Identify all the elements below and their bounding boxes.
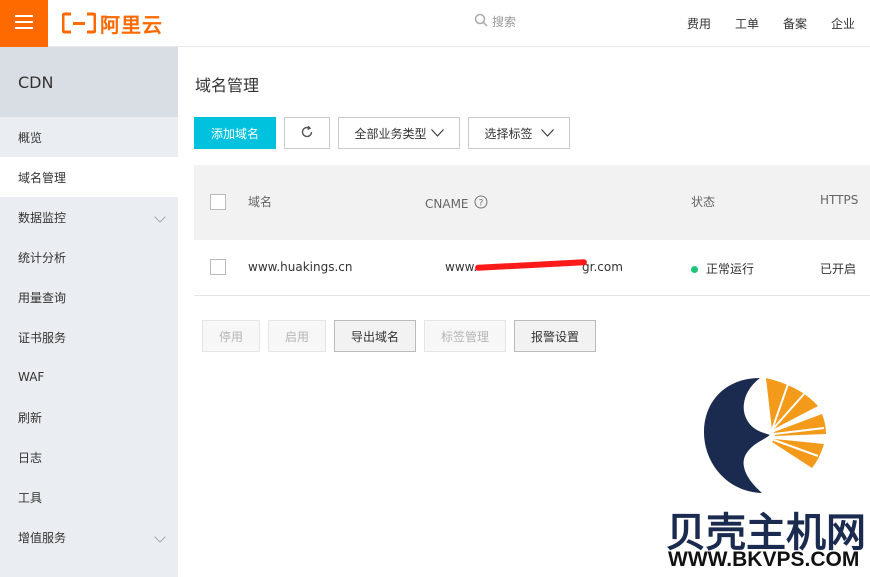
nav-enterprise[interactable]: 企业: [831, 15, 855, 32]
business-type-label: 全部业务类型: [354, 126, 427, 141]
sidebar-item-label: 工具: [18, 490, 43, 505]
sidebar-item-domain-management[interactable]: 域名管理: [0, 157, 178, 197]
row-cname-suffix: gr.com: [582, 260, 623, 274]
business-type-select[interactable]: 全部业务类型: [338, 117, 460, 149]
sidebar-item-label: 概览: [18, 130, 43, 145]
cname-header-label: CNAME: [425, 196, 469, 211]
logo-text: 阿里云: [100, 12, 163, 37]
chevron-down-icon: [154, 532, 166, 546]
select-tag-dropdown[interactable]: 选择标签: [468, 117, 570, 149]
column-header-cname: CNAME ?: [425, 195, 488, 212]
table-row: www.huakings.cn www. gr.com 正常运行 已开启: [194, 240, 870, 296]
sidebar-item-value-added[interactable]: 增值服务: [0, 517, 178, 557]
aliyun-logo[interactable]: 阿里云: [61, 9, 163, 37]
row-cname-prefix: www.: [445, 260, 478, 274]
sidebar-item-certificates[interactable]: 证书服务: [0, 317, 178, 357]
svg-text:?: ?: [478, 199, 483, 209]
top-bar: 阿里云 搜索 费用 工单 备案 企业: [0, 0, 870, 47]
select-all-checkbox[interactable]: [210, 194, 226, 210]
column-header-status: 状态: [691, 195, 716, 209]
start-button[interactable]: 启用: [268, 320, 326, 352]
row-checkbox[interactable]: [210, 259, 226, 275]
sidebar-item-usage[interactable]: 用量查询: [0, 277, 178, 317]
export-domains-button[interactable]: 导出域名: [334, 320, 416, 352]
chevron-down-icon: [430, 126, 444, 140]
page-title: 域名管理: [195, 76, 260, 95]
nav-icp[interactable]: 备案: [783, 15, 807, 32]
add-domain-button[interactable]: 添加域名: [194, 117, 276, 149]
row-status: 正常运行: [691, 260, 754, 277]
sidebar-item-overview[interactable]: 概览: [0, 117, 178, 157]
sidebar-title: CDN: [0, 47, 178, 117]
sidebar-item-data-monitoring[interactable]: 数据监控: [0, 197, 178, 237]
table-header: 域名 CNAME ? 状态 HTTPS: [194, 165, 870, 240]
row-https: 已开启: [820, 262, 857, 276]
sidebar-item-waf[interactable]: WAF: [0, 357, 178, 397]
sidebar: CDN 概览 域名管理 数据监控 统计分析 用量查询 证书服务 WAF 刷新 日…: [0, 47, 178, 577]
sidebar-item-statistics[interactable]: 统计分析: [0, 237, 178, 277]
nav-fees[interactable]: 费用: [687, 15, 711, 32]
column-header-domain: 域名: [248, 195, 273, 209]
menu-button[interactable]: [0, 0, 48, 47]
aliyun-mark-icon: [61, 12, 97, 34]
refresh-icon: [300, 125, 314, 142]
search-icon: [474, 13, 488, 30]
sidebar-item-label: 刷新: [18, 410, 43, 425]
chevron-down-icon: [540, 126, 554, 140]
sidebar-item-label: 数据监控: [18, 210, 67, 225]
status-dot: [691, 266, 698, 273]
top-nav: 费用 工单 备案 企业: [663, 0, 855, 47]
sidebar-item-label: 用量查询: [18, 290, 67, 305]
help-icon[interactable]: ?: [474, 195, 488, 212]
refresh-button[interactable]: [284, 117, 330, 149]
row-domain[interactable]: www.huakings.cn: [248, 260, 353, 274]
select-tag-label: 选择标签: [484, 126, 533, 141]
sidebar-item-logs[interactable]: 日志: [0, 437, 178, 477]
sidebar-item-label: 增值服务: [18, 530, 67, 545]
sidebar-item-label: WAF: [18, 370, 45, 384]
hamburger-icon: [15, 15, 33, 32]
column-header-https: HTTPS: [820, 193, 859, 207]
tag-manage-button[interactable]: 标签管理: [424, 320, 506, 352]
chevron-down-icon: [154, 212, 166, 226]
sidebar-item-label: 证书服务: [18, 330, 67, 345]
sidebar-item-label: 日志: [18, 450, 43, 465]
sidebar-item-label: 统计分析: [18, 250, 67, 265]
status-text: 正常运行: [706, 262, 755, 276]
alarm-settings-button[interactable]: 报警设置: [514, 320, 596, 352]
watermark-en: WWW.BKVPS.COM: [668, 548, 860, 571]
sidebar-item-refresh[interactable]: 刷新: [0, 397, 178, 437]
stop-button[interactable]: 停用: [202, 320, 260, 352]
sidebar-item-label: 域名管理: [18, 170, 67, 185]
sidebar-item-tools[interactable]: 工具: [0, 477, 178, 517]
nav-tickets[interactable]: 工单: [735, 15, 759, 32]
search-placeholder: 搜索: [492, 15, 517, 29]
bkvps-logo-icon: [700, 372, 830, 497]
search-box[interactable]: 搜索: [474, 13, 516, 30]
